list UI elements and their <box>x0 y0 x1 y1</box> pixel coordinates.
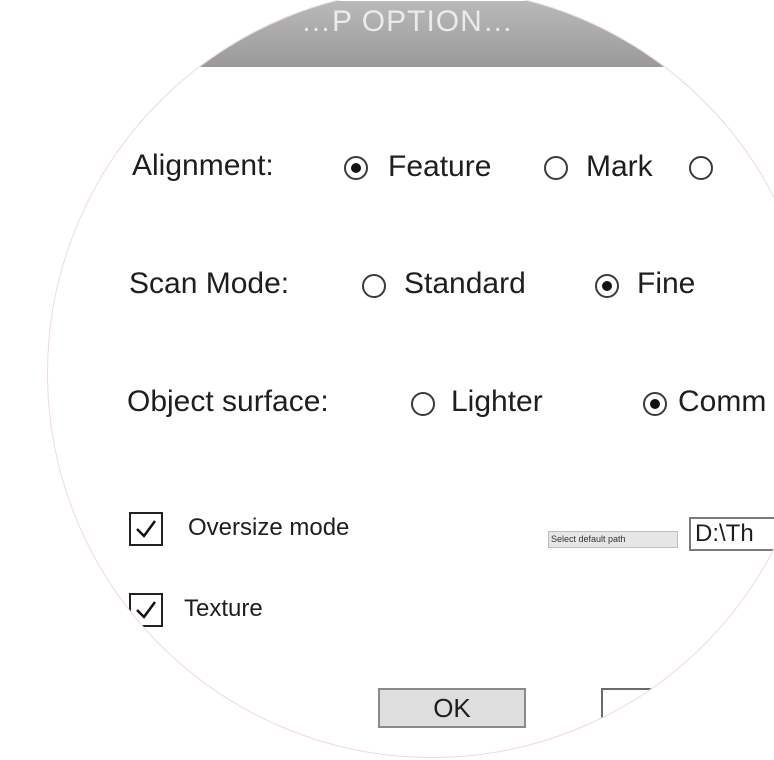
alignment-feature-label: Feature <box>388 150 492 183</box>
texture-label: Texture <box>184 595 263 622</box>
default-path-field[interactable]: D:\Th <box>689 517 774 551</box>
cancel-button[interactable] <box>601 688 749 728</box>
scan-mode-standard-radio[interactable] <box>362 274 386 298</box>
texture-checkbox[interactable] <box>129 593 163 627</box>
select-default-path-button[interactable]: Select default path <box>548 531 678 548</box>
checkmark-icon <box>136 520 157 538</box>
oversize-mode-checkbox[interactable] <box>129 512 163 546</box>
dialog-body: …P OPTION… Alignment: Feature Mark Scan … <box>48 1 774 757</box>
object-surface-common-radio[interactable] <box>643 392 667 416</box>
scan-mode-fine-radio[interactable] <box>595 274 619 298</box>
scan-mode-fine-label: Fine <box>637 267 696 300</box>
scan-mode-label: Scan Mode: <box>129 267 290 300</box>
window-title: …P OPTION… <box>301 5 514 38</box>
alignment-label: Alignment: <box>132 149 274 182</box>
oversize-mode-label: Oversize mode <box>188 514 350 541</box>
title-bar: …P OPTION… <box>48 1 774 67</box>
alignment-mark-label: Mark <box>586 150 653 183</box>
scan-mode-standard-label: Standard <box>404 267 526 300</box>
object-surface-label: Object surface: <box>127 385 329 418</box>
magnifier-lens: …P OPTION… Alignment: Feature Mark Scan … <box>47 0 774 758</box>
object-surface-lighter-label: Lighter <box>451 385 543 418</box>
ok-button[interactable]: OK <box>378 688 526 728</box>
alignment-feature-radio[interactable] <box>344 156 368 180</box>
object-surface-lighter-radio[interactable] <box>411 392 435 416</box>
magnified-dialog-view: …P OPTION… Alignment: Feature Mark Scan … <box>0 0 774 760</box>
alignment-third-radio[interactable] <box>689 156 713 180</box>
object-surface-common-label: Comm <box>678 385 767 418</box>
checkmark-icon <box>136 601 157 619</box>
alignment-mark-radio[interactable] <box>544 156 568 180</box>
